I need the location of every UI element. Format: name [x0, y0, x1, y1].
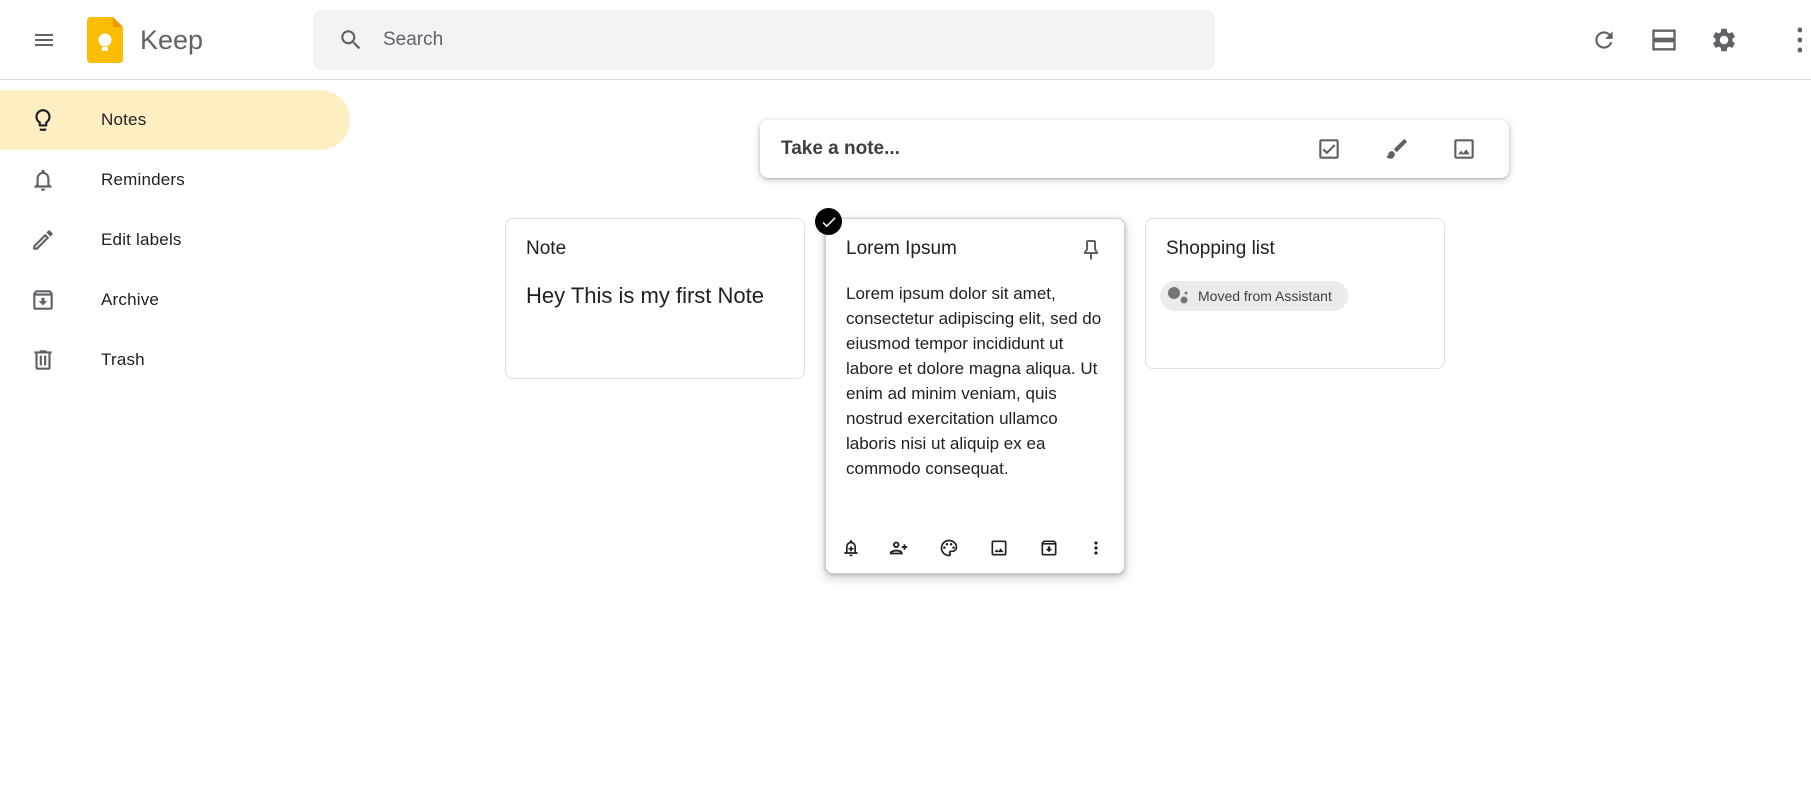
note-card-selected[interactable]: Lorem Ipsum Lorem ipsum dolor sit amet, …: [825, 218, 1125, 574]
brush-icon: [1386, 139, 1407, 159]
sidebar-item-trash[interactable]: Trash: [0, 330, 350, 390]
new-list-button[interactable]: [1309, 129, 1349, 169]
note-body: Lorem ipsum dolor sit amet, consectetur …: [846, 284, 1102, 478]
sidebar-item-label: Reminders: [101, 170, 185, 189]
bell-icon: [28, 165, 58, 195]
note-card[interactable]: Note Hey This is my first Note: [505, 218, 805, 379]
take-note-input[interactable]: Take a note...: [781, 120, 900, 178]
pin-icon: [1084, 240, 1098, 260]
note-title: Shopping list: [1166, 238, 1275, 259]
sidebar-item-label: Trash: [101, 350, 145, 369]
app-name[interactable]: Keep: [140, 24, 203, 56]
more-icon: [1094, 541, 1098, 555]
note-title: Lorem Ipsum: [846, 238, 957, 259]
remind-me-button[interactable]: [834, 531, 868, 565]
collaborator-icon: [889, 541, 908, 555]
lightbulb-icon: [28, 105, 58, 135]
sidebar-item-label: Archive: [101, 290, 160, 309]
sidebar-item-label: Edit labels: [101, 230, 182, 249]
new-drawing-button[interactable]: [1377, 129, 1417, 169]
pin-button[interactable]: [1074, 233, 1108, 267]
note-body: Hey This is my first Note: [526, 283, 764, 308]
image-icon: [991, 540, 1007, 556]
sidebar-item-notes[interactable]: Notes: [0, 90, 350, 150]
note-toolbar: [834, 531, 1118, 567]
google-assistant-icon: [1166, 285, 1192, 307]
top-bar: Keep: [0, 0, 1811, 80]
chip-label: Moved from Assistant: [1198, 288, 1332, 304]
collaborator-button[interactable]: [882, 531, 916, 565]
add-image-button[interactable]: [982, 531, 1016, 565]
settings-icon: [1713, 28, 1735, 52]
sidebar-item-archive[interactable]: Archive: [0, 270, 350, 330]
more-icon: [1797, 27, 1802, 53]
refresh-button[interactable]: [1580, 16, 1628, 64]
refresh-icon: [1595, 31, 1613, 49]
remind-icon: [844, 540, 858, 557]
sidebar: Notes Reminders Edit labels Archive Tras…: [0, 90, 352, 390]
settings-button[interactable]: [1700, 16, 1748, 64]
more-options-button[interactable]: [1079, 531, 1113, 565]
list-view-button[interactable]: [1640, 16, 1688, 64]
note-title: Note: [526, 238, 567, 259]
search-input[interactable]: [383, 22, 1183, 58]
search-bar[interactable]: [313, 10, 1215, 70]
sidebar-item-reminders[interactable]: Reminders: [0, 150, 350, 210]
trash-icon: [28, 345, 58, 375]
sidebar-item-label: Notes: [101, 110, 147, 129]
sidebar-item-edit-labels[interactable]: Edit labels: [0, 210, 350, 270]
image-icon: [1454, 139, 1474, 159]
background-options-button[interactable]: [932, 531, 966, 565]
archive-note-button[interactable]: [1032, 531, 1066, 565]
keep-logo[interactable]: [87, 17, 123, 63]
palette-icon: [940, 539, 958, 557]
checkbox-icon: [1319, 139, 1339, 159]
list-view-icon: [1652, 29, 1676, 51]
main-menu-button[interactable]: [20, 16, 68, 64]
main-menu-icon: [35, 34, 53, 46]
select-note-checkmark[interactable]: [815, 208, 842, 235]
new-image-button[interactable]: [1444, 129, 1484, 169]
search-icon[interactable]: [333, 22, 369, 58]
check-icon: [822, 216, 836, 227]
assistant-chip[interactable]: Moved from Assistant: [1160, 281, 1348, 311]
apps-button[interactable]: [1782, 16, 1811, 64]
note-card[interactable]: Shopping list Moved from Assistant: [1145, 218, 1445, 369]
archive-icon: [28, 285, 58, 315]
take-note-bar[interactable]: Take a note...: [760, 120, 1509, 178]
pencil-icon: [28, 225, 58, 255]
archive-icon: [1041, 540, 1057, 556]
